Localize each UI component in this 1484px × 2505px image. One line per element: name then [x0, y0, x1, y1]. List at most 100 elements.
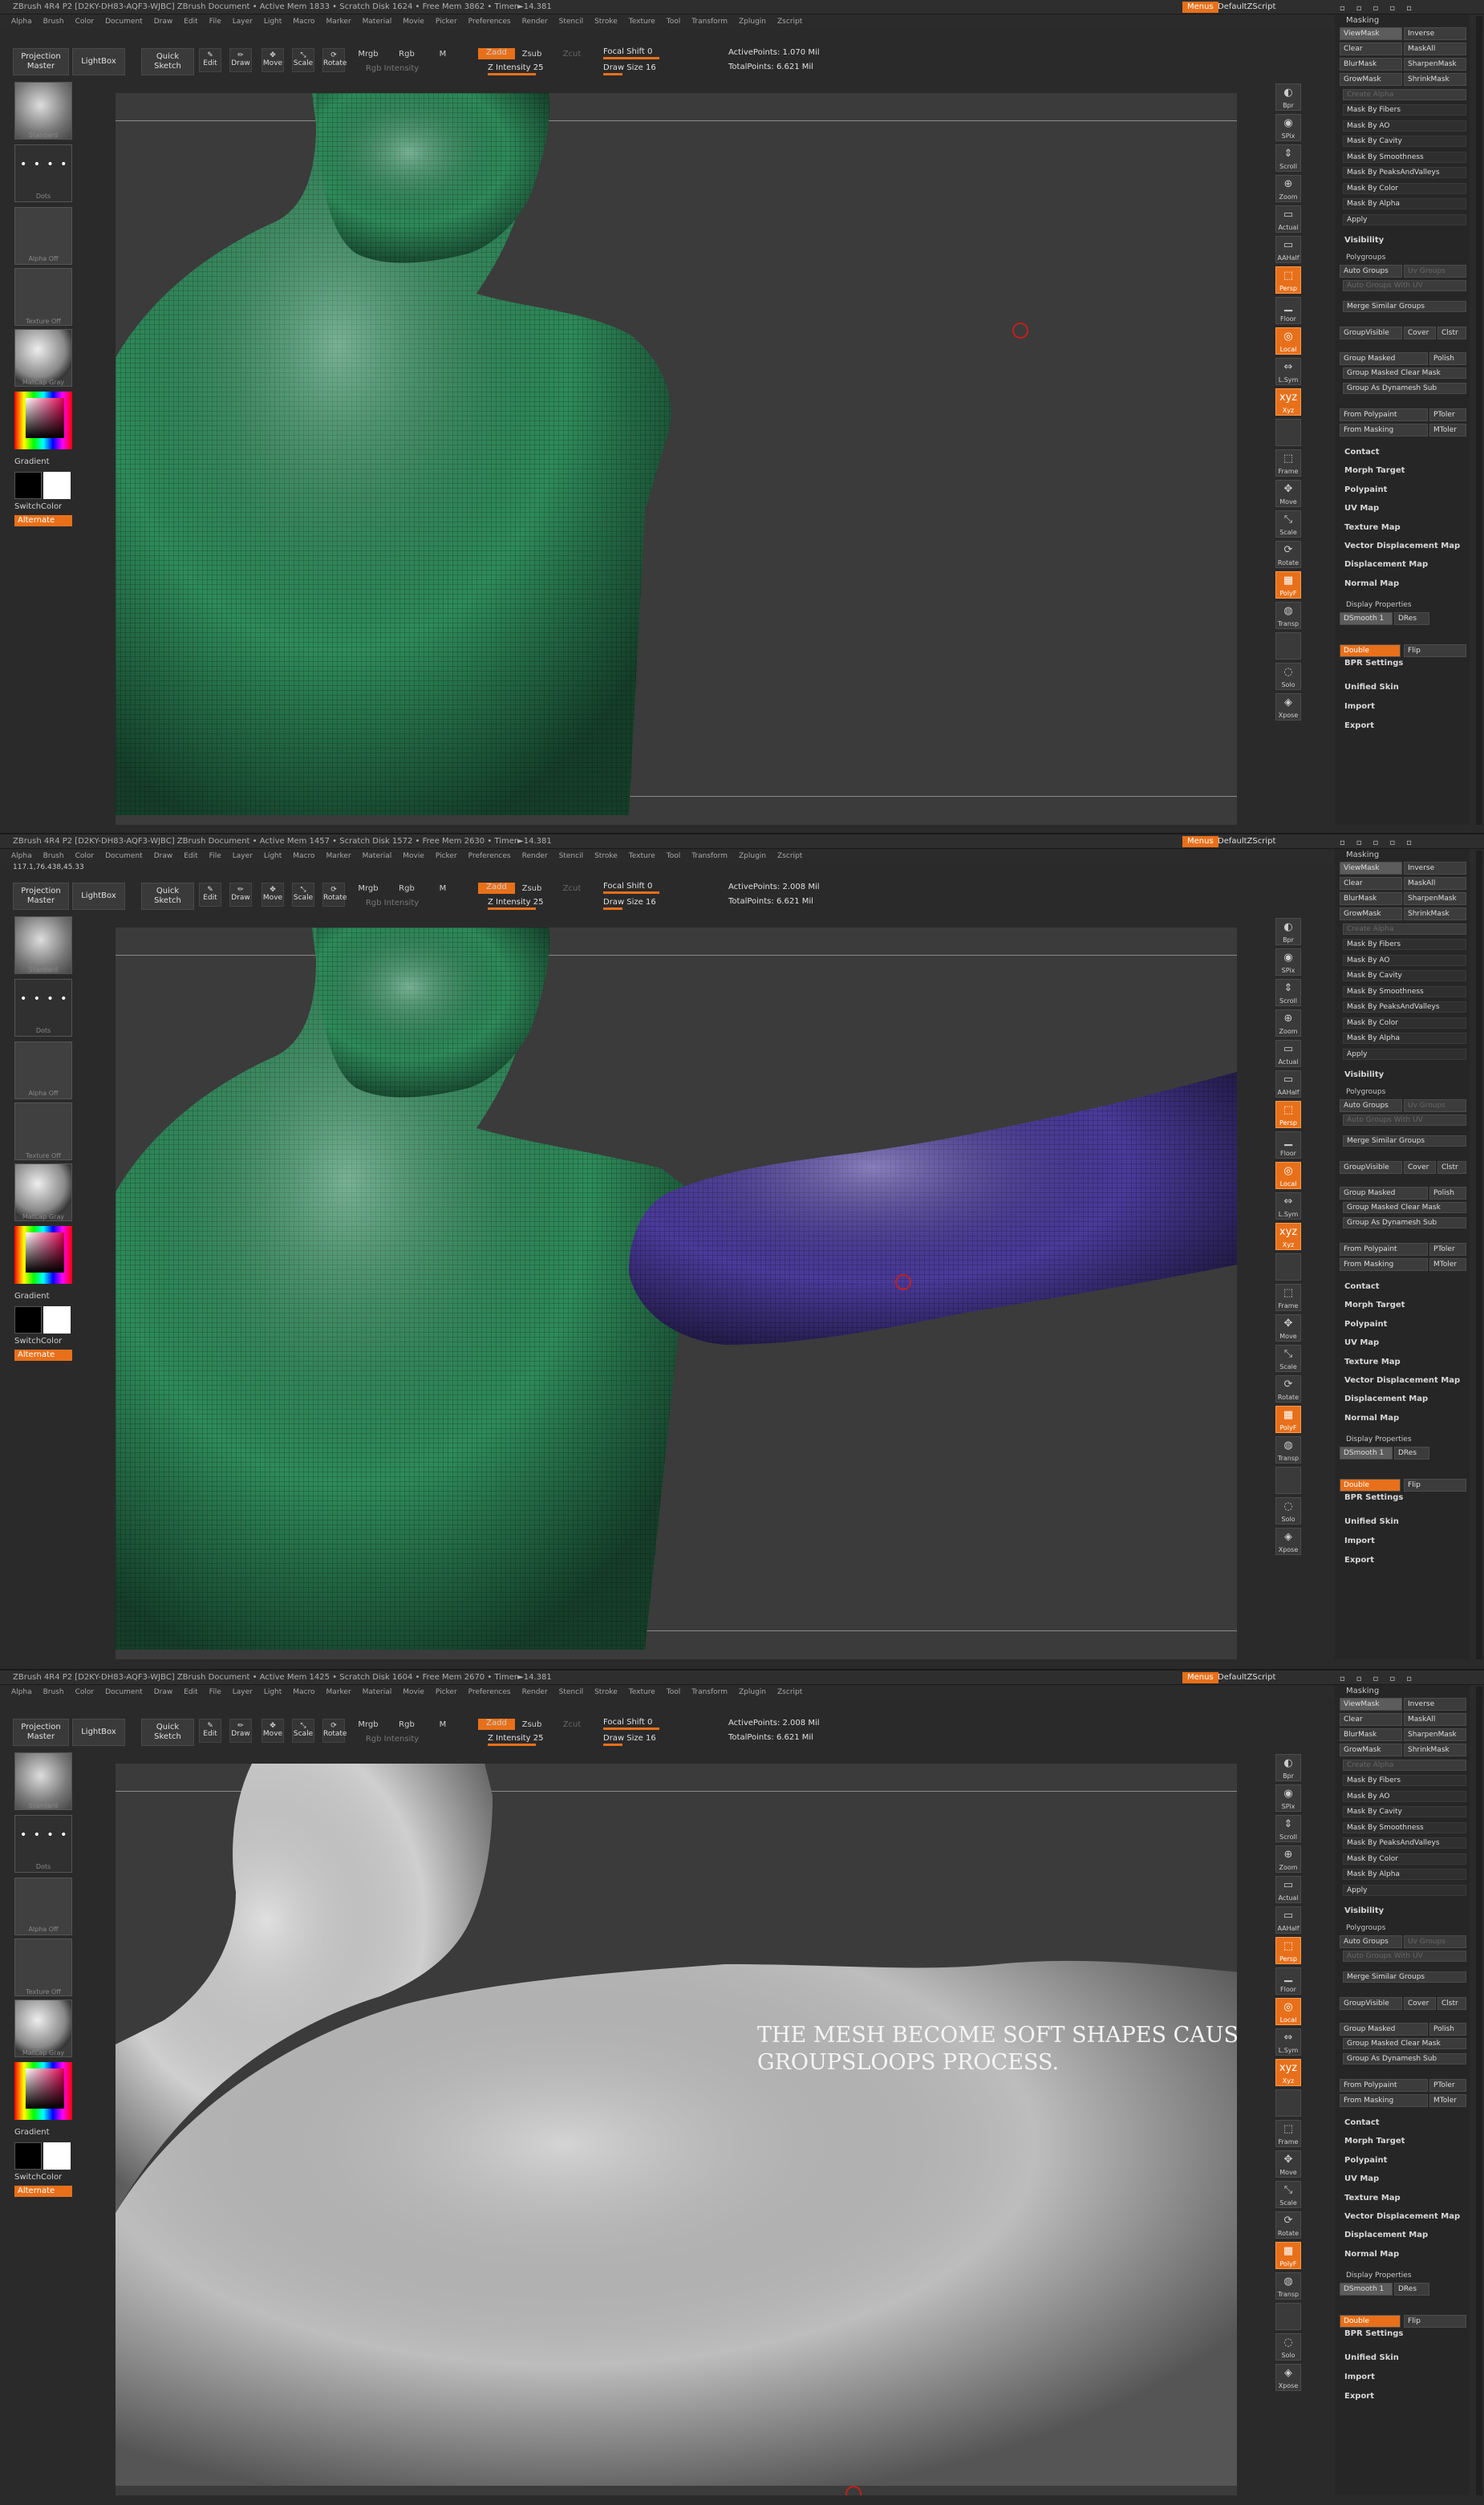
menu-zscript[interactable]: Zscript — [777, 1686, 802, 1699]
menu-alpha[interactable]: Alpha — [11, 1686, 32, 1699]
mask-item-5[interactable]: Mask By Color — [1343, 1017, 1466, 1029]
merge-similar-groups-button[interactable]: Merge Similar Groups — [1343, 301, 1466, 312]
section-displacement-map[interactable]: Displacement Map — [1344, 560, 1428, 569]
menu-macro[interactable]: Macro — [293, 15, 314, 28]
mask-item-0[interactable]: Mask By Fibers — [1343, 1775, 1466, 1786]
focal-shift-slider[interactable]: Focal Shift 0 — [603, 1717, 667, 1730]
create-alpha-button[interactable]: Create Alpha — [1343, 89, 1466, 100]
masking-header[interactable]: Masking — [1346, 1687, 1379, 1695]
mask-item-1[interactable]: Mask By AO — [1343, 120, 1466, 132]
shelf-rotate-button[interactable]: ⟳ Rotate — [1275, 541, 1301, 568]
main-color-swatch[interactable] — [14, 1306, 42, 1334]
shelf-floor-button[interactable]: ▁ Floor — [1275, 1131, 1301, 1159]
m-button[interactable]: M — [436, 50, 449, 59]
polygroups-header[interactable]: Polygroups — [1346, 254, 1385, 262]
menu-brush[interactable]: Brush — [43, 850, 64, 863]
menu-movie[interactable]: Movie — [403, 1686, 424, 1699]
menu-movie[interactable]: Movie — [403, 850, 424, 863]
menu-layer[interactable]: Layer — [233, 1686, 253, 1699]
shelf-scroll-button[interactable]: ⇕ Scroll — [1275, 979, 1301, 1006]
section-vector-displacement-map[interactable]: Vector Displacement Map — [1344, 2212, 1460, 2221]
merge-similar-groups-button[interactable]: Merge Similar Groups — [1343, 1135, 1466, 1147]
tool-palette-scrollbar[interactable] — [1476, 16, 1482, 825]
group-masked-clear-mask-button[interactable]: Group Masked Clear Mask — [1343, 1202, 1466, 1213]
menu-edit[interactable]: Edit — [184, 850, 197, 863]
group-as-dynamesh-sub-button[interactable]: Group As Dynamesh Sub — [1343, 1217, 1466, 1228]
clstr-slider[interactable]: Clstr — [1437, 327, 1466, 339]
mask-blurmask-button[interactable]: BlurMask — [1340, 58, 1402, 71]
menu-zscript[interactable]: Zscript — [777, 850, 802, 863]
shelf-xpose-button[interactable]: ◈ Xpose — [1275, 1528, 1301, 1555]
shelf-zoom-button[interactable]: ⊕ Zoom — [1275, 1845, 1301, 1873]
menu-document[interactable]: Document — [105, 1686, 143, 1699]
menu-stencil[interactable]: Stencil — [559, 15, 583, 28]
auto-groups-button[interactable]: Auto Groups — [1340, 1099, 1402, 1112]
mask-item-6[interactable]: Mask By Alpha — [1343, 1869, 1466, 1880]
arm-shading[interactable] — [629, 1072, 1237, 1345]
mtolerance-slider[interactable]: MToler — [1429, 1258, 1466, 1271]
mask-item-3[interactable]: Mask By Smoothness — [1343, 1821, 1466, 1833]
main-color-swatch[interactable] — [14, 2142, 42, 2170]
from-polypaint-button[interactable]: From Polypaint — [1340, 2079, 1428, 2092]
menu-picker[interactable]: Picker — [436, 850, 457, 863]
section-displacement-map[interactable]: Displacement Map — [1344, 2231, 1428, 2239]
quick-sketch-button[interactable]: Quick Sketch — [141, 48, 194, 75]
section-morph-target[interactable]: Morph Target — [1344, 1301, 1405, 1309]
export-button[interactable]: Export — [1344, 2392, 1374, 2401]
import-button[interactable]: Import — [1344, 702, 1375, 711]
menu-material[interactable]: Material — [363, 1686, 392, 1699]
zadd-button[interactable]: Zadd — [478, 1719, 515, 1730]
double-button[interactable]: Double — [1340, 2315, 1401, 2328]
draw-button[interactable]: ✏ Draw — [229, 48, 252, 72]
menu-zscript[interactable]: Zscript — [777, 15, 802, 28]
head-shading[interactable] — [316, 928, 549, 1098]
mask-item-3[interactable]: Mask By Smoothness — [1343, 985, 1466, 997]
shelf-lsym-button[interactable]: ⇔ L.Sym — [1275, 1192, 1301, 1220]
shelf-blank-button[interactable] — [1275, 1253, 1301, 1281]
shelf-spix-button[interactable]: ◉ SPix — [1275, 114, 1301, 141]
menu-file[interactable]: File — [209, 15, 221, 28]
auto-groups-button[interactable]: Auto Groups — [1340, 265, 1402, 278]
mask-inverse-button[interactable]: Inverse — [1404, 862, 1466, 875]
section-texture-map[interactable]: Texture Map — [1344, 523, 1401, 532]
color-picker[interactable] — [14, 2062, 72, 2120]
mask-maskall-button[interactable]: MaskAll — [1404, 1713, 1466, 1726]
visibility-section[interactable]: Visibility — [1344, 1070, 1384, 1079]
polygroups-header[interactable]: Polygroups — [1346, 1924, 1385, 1932]
menu-zplugin[interactable]: Zplugin — [739, 850, 766, 863]
rgb-button[interactable]: Rgb — [396, 1720, 417, 1729]
group-masked-clear-mask-button[interactable]: Group Masked Clear Mask — [1343, 367, 1466, 379]
canvas-viewport[interactable] — [116, 93, 1237, 825]
group-masked-clear-mask-button[interactable]: Group Masked Clear Mask — [1343, 2038, 1466, 2049]
unified-skin-section[interactable]: Unified Skin — [1344, 683, 1399, 692]
shelf-lsym-button[interactable]: ⇔ L.Sym — [1275, 358, 1301, 385]
shelf-transp-button[interactable]: ◍ Transp — [1275, 602, 1301, 629]
double-button[interactable]: Double — [1340, 644, 1401, 658]
menu-alpha[interactable]: Alpha — [11, 15, 32, 28]
group-as-dynamesh-sub-button[interactable]: Group As Dynamesh Sub — [1343, 383, 1466, 394]
menu-brush[interactable]: Brush — [43, 15, 64, 28]
mask-growmask-button[interactable]: GrowMask — [1340, 1744, 1402, 1756]
section-vector-displacement-map[interactable]: Vector Displacement Map — [1344, 542, 1460, 550]
zadd-button[interactable]: Zadd — [478, 48, 515, 59]
mask-item-0[interactable]: Mask By Fibers — [1343, 104, 1466, 116]
shelf-scroll-button[interactable]: ⇕ Scroll — [1275, 1815, 1301, 1842]
section-normal-map[interactable]: Normal Map — [1344, 2250, 1399, 2259]
clstr-slider[interactable]: Clstr — [1437, 1997, 1466, 2010]
mask-shrinkmask-button[interactable]: ShrinkMask — [1404, 1744, 1466, 1756]
flip-button[interactable]: Flip — [1404, 1479, 1466, 1492]
bpr-settings-section[interactable]: BPR Settings — [1344, 2329, 1403, 2338]
move-button[interactable]: ✥ Move — [262, 48, 284, 72]
import-button[interactable]: Import — [1344, 2373, 1375, 2381]
shelf-zoom-button[interactable]: ⊕ Zoom — [1275, 175, 1301, 202]
shelf-blank-button[interactable] — [1275, 1467, 1301, 1494]
quick-sketch-button[interactable]: Quick Sketch — [141, 1719, 194, 1746]
edit-button[interactable]: ✎ Edit — [199, 1719, 221, 1743]
menu-file[interactable]: File — [209, 1686, 221, 1699]
zadd-button[interactable]: Zadd — [478, 883, 515, 894]
rotate-button[interactable]: ⟳ Rotate — [322, 883, 347, 907]
mask-sharpenmask-button[interactable]: SharpenMask — [1404, 58, 1466, 71]
menu-edit[interactable]: Edit — [184, 15, 197, 28]
visibility-section[interactable]: Visibility — [1344, 1906, 1384, 1915]
menu-texture[interactable]: Texture — [629, 15, 655, 28]
